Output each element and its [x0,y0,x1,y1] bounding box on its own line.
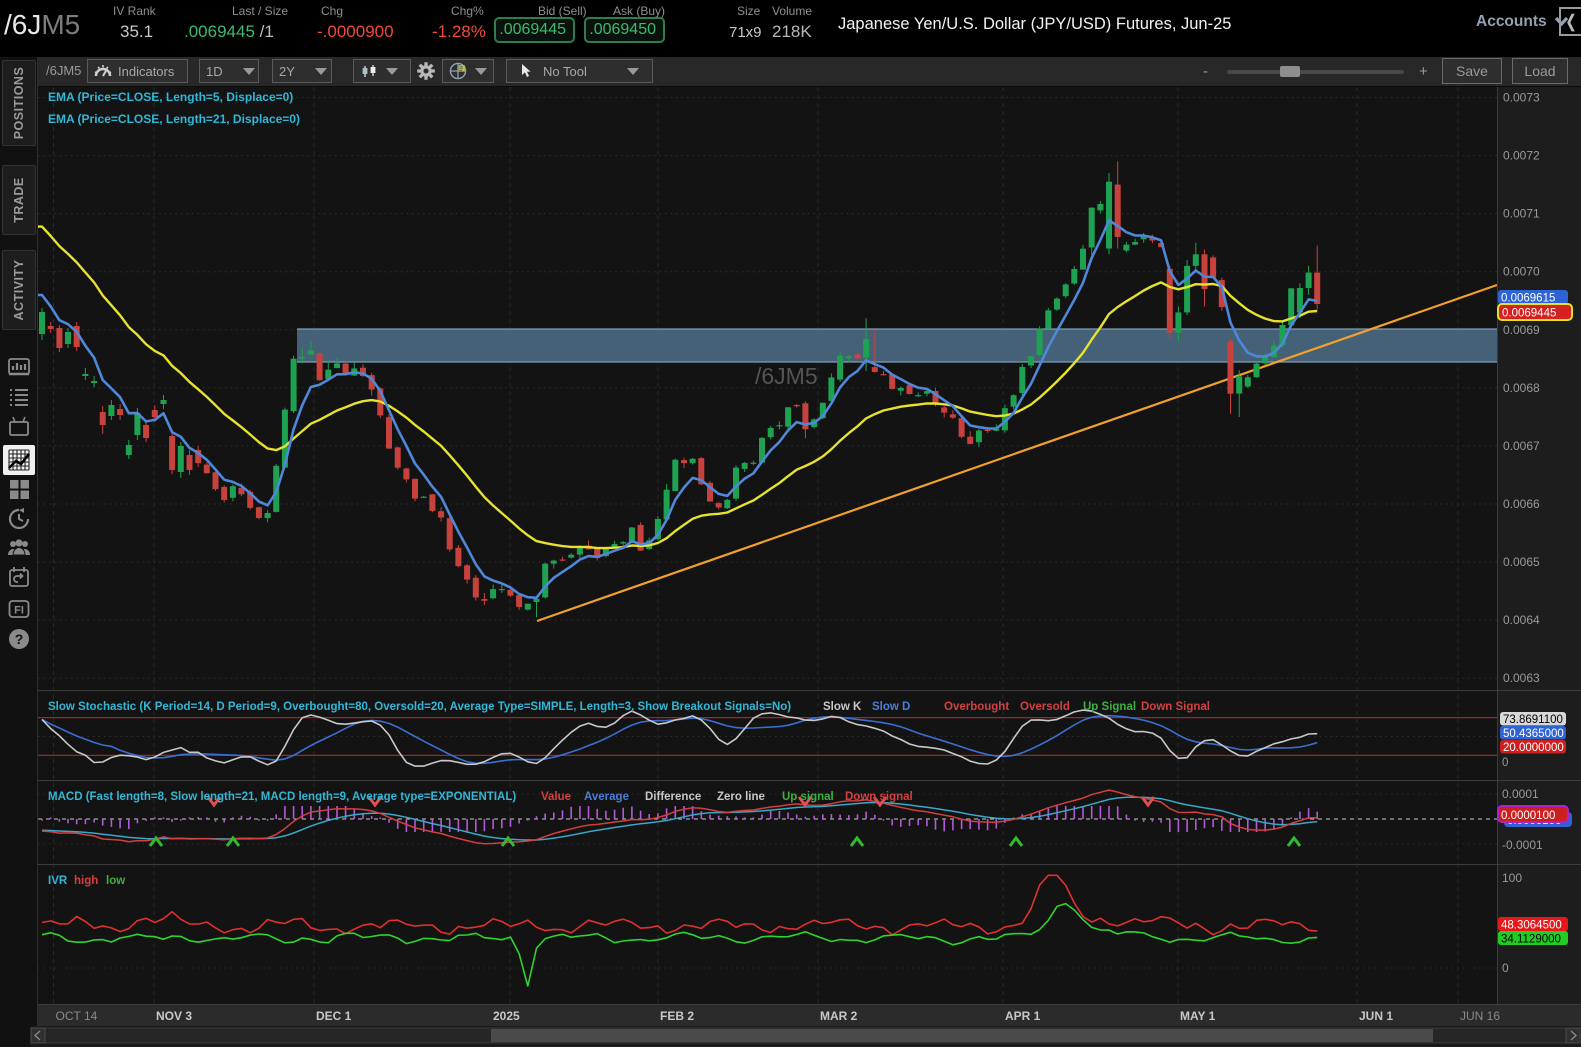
svg-text:JUN 16: JUN 16 [1460,1009,1500,1023]
svg-text:0.0063: 0.0063 [1503,671,1540,685]
svg-text:JUN 1: JUN 1 [1359,1009,1393,1023]
svg-text:APR 1: APR 1 [1005,1009,1041,1023]
svg-text:0.0071: 0.0071 [1503,207,1540,221]
svg-text:0: 0 [1502,961,1509,975]
svg-text:100: 100 [1502,871,1522,885]
svg-text:OCT 14: OCT 14 [56,1009,98,1023]
svg-text:Overbought: Overbought [944,701,1009,713]
svg-text:-0.0001: -0.0001 [1502,838,1543,852]
svg-text:Slow K: Slow K [823,701,862,713]
svg-text:Zero line: Zero line [717,791,765,803]
svg-text:EMA (Price=CLOSE, Length=21, D: EMA (Price=CLOSE, Length=21, Displace=0) [48,112,300,126]
svg-text:Value: Value [541,791,571,803]
svg-text:0.0068: 0.0068 [1503,381,1540,395]
svg-text:Up Signal: Up Signal [1083,701,1136,713]
svg-text:Slow Stochastic (K Period=14,: Slow Stochastic (K Period=14, D Period=9… [48,701,791,713]
svg-text:20.0000000: 20.0000000 [1503,742,1564,754]
svg-text:0.0072: 0.0072 [1503,149,1540,163]
svg-text:Oversold: Oversold [1020,701,1070,713]
svg-text:0.0069: 0.0069 [1503,323,1540,337]
svg-text:FEB 2: FEB 2 [660,1009,694,1023]
svg-text:/6JM5: /6JM5 [755,363,818,389]
svg-text:Difference: Difference [645,791,701,803]
svg-text:Slow D: Slow D [872,701,910,713]
svg-text:0.0066: 0.0066 [1503,497,1540,511]
svg-text:0.0000100: 0.0000100 [1501,810,1555,822]
svg-text:high: high [74,875,98,887]
svg-text:0.0064: 0.0064 [1503,613,1540,627]
svg-text:EMA (Price=CLOSE, Length=5, Di: EMA (Price=CLOSE, Length=5, Displace=0) [48,90,293,104]
svg-text:2025: 2025 [493,1009,520,1023]
svg-text:MAR 2: MAR 2 [820,1009,858,1023]
svg-text:0.0069615: 0.0069615 [1501,293,1555,305]
svg-text:MAY 1: MAY 1 [1180,1009,1216,1023]
svg-text:73.8691100: 73.8691100 [1503,714,1563,726]
svg-text:50.4365000: 50.4365000 [1503,728,1564,740]
svg-text:0.0073: 0.0073 [1503,91,1540,105]
svg-text:NOV 3: NOV 3 [156,1009,192,1023]
svg-text:0.0067: 0.0067 [1503,439,1540,453]
svg-text:IVR: IVR [48,875,68,887]
svg-text:0.0001: 0.0001 [1502,787,1539,801]
svg-text:0.0069445: 0.0069445 [1502,308,1556,320]
svg-text:Down Signal: Down Signal [1141,701,1210,713]
svg-text:0.0070: 0.0070 [1503,265,1540,279]
svg-text:DEC 1: DEC 1 [316,1009,352,1023]
svg-text:MACD (Fast length=8, Slow leng: MACD (Fast length=8, Slow length=21, MAC… [48,791,516,803]
svg-text:34.1129000: 34.1129000 [1501,934,1561,946]
svg-text:Down signal: Down signal [845,791,913,803]
svg-text:48.3064500: 48.3064500 [1501,920,1562,932]
svg-text:0.0065: 0.0065 [1503,555,1540,569]
svg-text:0: 0 [1502,757,1508,769]
svg-text:Up signal: Up signal [782,791,834,803]
svg-text:low: low [106,875,125,887]
svg-text:Average: Average [584,791,629,803]
